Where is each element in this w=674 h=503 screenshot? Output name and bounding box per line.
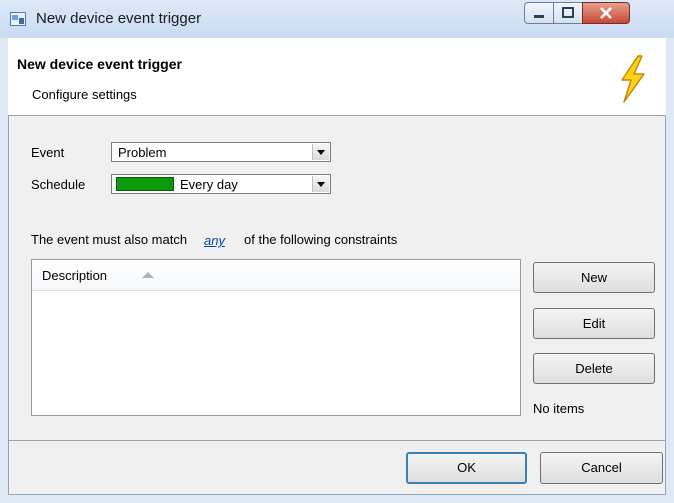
window-titlebar[interactable]: New device event trigger xyxy=(0,0,674,38)
event-dropdown[interactable]: Problem xyxy=(111,142,331,162)
match-mode-link[interactable]: any xyxy=(204,233,225,248)
constraints-list[interactable]: Description xyxy=(31,259,521,416)
column-header-label: Description xyxy=(42,268,108,283)
window-title: New device event trigger xyxy=(36,10,202,27)
chevron-down-icon[interactable] xyxy=(312,176,329,192)
schedule-color-swatch xyxy=(116,177,174,191)
close-icon xyxy=(600,7,612,19)
maximize-icon xyxy=(562,7,574,18)
constraints-text-before: The event must also match xyxy=(31,232,188,247)
item-count-status: No items xyxy=(533,401,585,416)
app-icon xyxy=(10,12,26,26)
header-subtitle: Configure settings xyxy=(32,87,137,102)
minimize-icon xyxy=(534,15,544,18)
column-header-description[interactable]: Description xyxy=(32,260,520,291)
schedule-label: Schedule xyxy=(31,177,86,192)
dialog-header xyxy=(8,38,666,116)
ok-button[interactable]: OK xyxy=(406,452,527,484)
event-value: Problem xyxy=(118,145,167,160)
cancel-button[interactable]: Cancel xyxy=(540,452,663,484)
schedule-value: Every day xyxy=(180,177,238,192)
sort-ascending-icon xyxy=(142,272,154,278)
window-controls xyxy=(524,2,667,26)
delete-button[interactable]: Delete xyxy=(533,353,655,384)
header-title: New device event trigger xyxy=(17,56,182,72)
minimize-button[interactable] xyxy=(524,2,554,24)
lightning-bolt-icon xyxy=(621,55,645,103)
chevron-down-icon[interactable] xyxy=(312,144,329,160)
close-button[interactable] xyxy=(582,2,630,24)
maximize-button[interactable] xyxy=(553,2,583,24)
footer-divider xyxy=(8,440,666,441)
schedule-dropdown[interactable]: Every day xyxy=(111,174,331,194)
constraints-text-after: of the following constraints xyxy=(244,232,398,247)
edit-button[interactable]: Edit xyxy=(533,308,655,339)
event-label: Event xyxy=(31,145,65,160)
new-button[interactable]: New xyxy=(533,262,655,293)
